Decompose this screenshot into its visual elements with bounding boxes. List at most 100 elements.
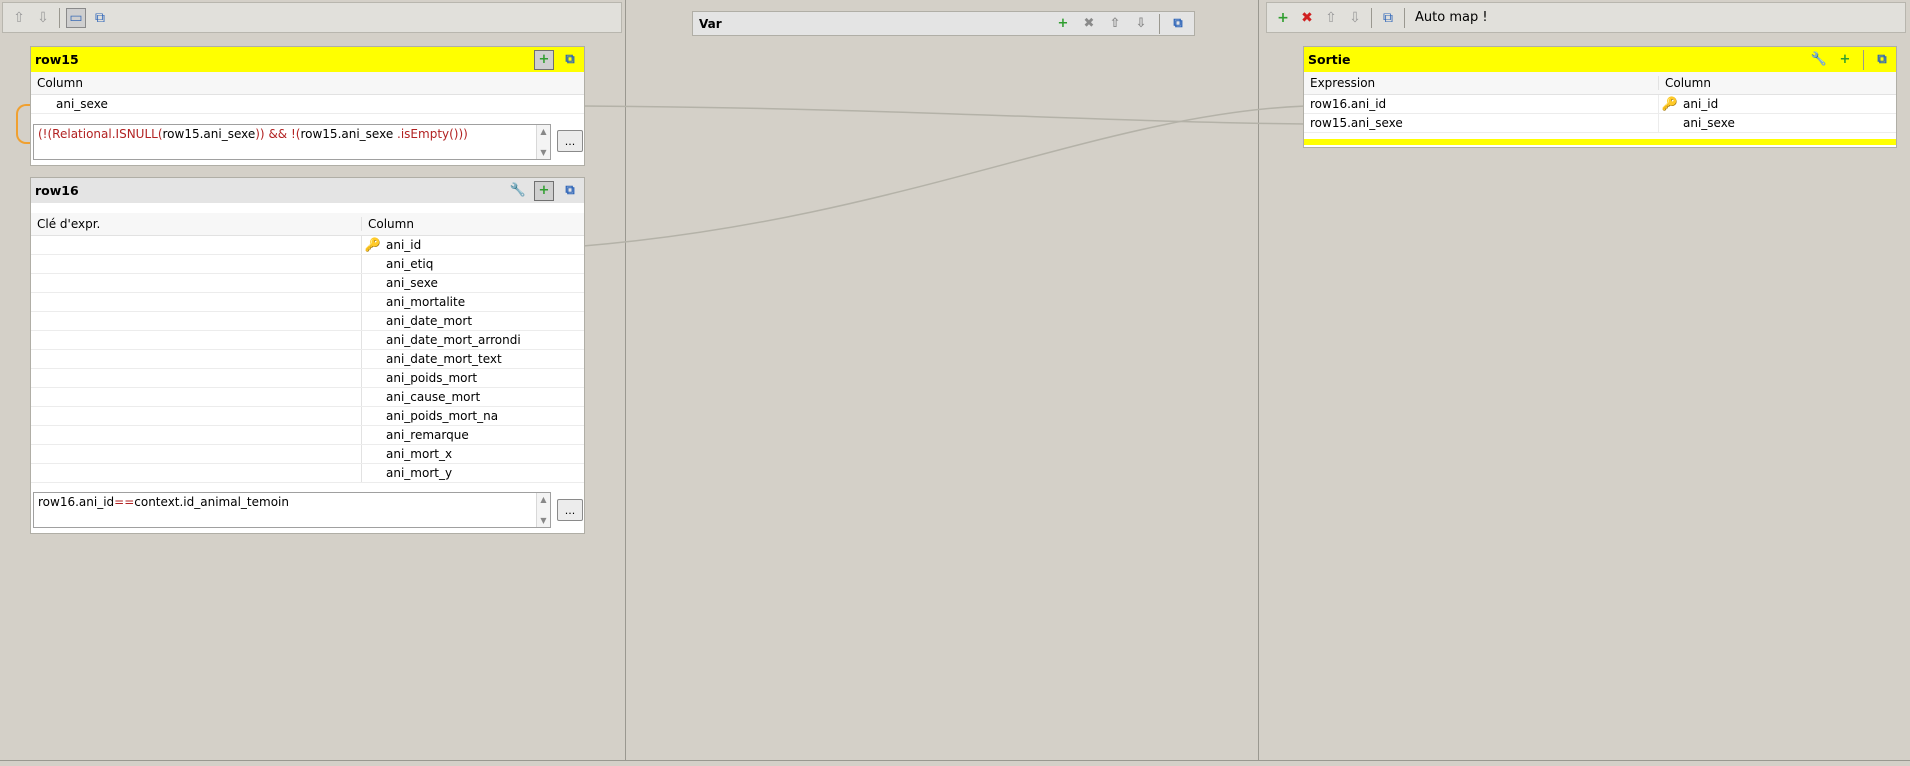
table-row[interactable]: ani_poids_mort_na [31, 407, 584, 426]
expr-key-cell[interactable] [31, 236, 362, 254]
move-down-icon[interactable]: ⇩ [1345, 8, 1365, 28]
expr-key-cell[interactable] [31, 426, 362, 444]
sortie-title: Sortie [1308, 52, 1351, 67]
column-name: ani_id [1683, 97, 1719, 111]
expression-cell[interactable]: row16.ani_id [1304, 95, 1659, 113]
minimize-icon[interactable]: ⧉ [1168, 14, 1188, 34]
column-name: ani_cause_mort [386, 390, 481, 404]
filter-toggle-icon[interactable]: + [1835, 50, 1855, 70]
column-cell: ani_mort_x [362, 445, 452, 463]
column-cell: ani_poids_mort_na [362, 407, 498, 425]
table-row[interactable]: ani_sexe [31, 274, 584, 293]
expression-editor-button[interactable]: ... [557, 499, 583, 521]
column-cell: 🔑 ani_id [1659, 95, 1718, 113]
column-name: ani_poids_mort [386, 371, 478, 385]
column-cell: ani_cause_mort [362, 388, 480, 406]
expr-key-cell[interactable] [31, 369, 362, 387]
expr-key-cell[interactable] [31, 388, 362, 406]
toolbar-separator [1404, 7, 1405, 28]
move-down-icon[interactable]: ⇩ [1131, 14, 1151, 34]
column-cell: ani_date_mort [362, 312, 472, 330]
toolbar-separator [1371, 7, 1372, 28]
add-icon[interactable]: + [1053, 14, 1073, 34]
column-name: ani_mort_y [386, 466, 453, 480]
move-up-icon[interactable]: ⇧ [1105, 14, 1125, 34]
bottom-splitter[interactable] [0, 760, 1910, 766]
move-down-icon[interactable]: ⇩ [33, 8, 53, 28]
move-up-icon[interactable]: ⇧ [9, 8, 29, 28]
table-row[interactable]: ani_mort_x [31, 445, 584, 464]
column-header-label: Column [1665, 76, 1711, 90]
column-name: ani_sexe [56, 97, 108, 111]
expr-key-cell[interactable] [31, 350, 362, 368]
expr-key-cell[interactable] [31, 293, 362, 311]
expression-scrollbar[interactable]: ▲ ▼ [536, 125, 550, 159]
table-row[interactable]: ani_etiq [31, 255, 584, 274]
remove-icon[interactable]: ✖ [1079, 14, 1099, 34]
expr-key-cell[interactable] [31, 407, 362, 425]
key-icon: 🔑 [364, 237, 382, 253]
row15-filter-expression[interactable]: (!(Relational.ISNULL(row15.ani_sexe)) &&… [33, 124, 551, 160]
row16-title: row16 [35, 183, 79, 198]
table-row[interactable]: ani_date_mort_text [31, 350, 584, 369]
table-row[interactable]: 🔑 ani_id [31, 236, 584, 255]
expr-key-header: Clé d'expr. [31, 217, 362, 231]
expr-token: row16.ani_id [38, 495, 115, 509]
settings-wrench-icon[interactable]: 🔧 [1809, 50, 1829, 70]
table-row[interactable]: row16.ani_id 🔑 ani_id [1304, 95, 1896, 114]
output-toolbar: + ✖ ⇧ ⇩ ⧉ Auto map ! [1266, 2, 1906, 33]
column-cell: ani_mort_y [362, 464, 452, 482]
minimize-all-icon[interactable]: ⧉ [1378, 8, 1398, 28]
expr-key-cell[interactable] [31, 445, 362, 463]
expr-key-cell[interactable] [31, 464, 362, 482]
move-up-icon[interactable]: ⇧ [1321, 8, 1341, 28]
expression-editor-button[interactable]: ... [557, 130, 583, 152]
column-cell: 🔑 ani_id [362, 236, 421, 254]
table-row[interactable]: ani_date_mort_arrondi [31, 331, 584, 350]
filter-toggle-icon[interactable]: + [534, 180, 554, 201]
remove-icon[interactable]: ✖ [1297, 8, 1317, 28]
table-row[interactable]: row15.ani_sexe ani_sexe [1304, 114, 1896, 133]
table-row[interactable]: ani_mort_y [31, 464, 584, 483]
table-view-icon[interactable]: ▭ [66, 7, 86, 28]
row16-column-header: Clé d'expr. Column [31, 213, 584, 236]
minimize-icon[interactable]: ⧉ [1872, 50, 1892, 70]
row16-filter-expression[interactable]: row16.ani_id==context.id_animal_temoin ▲… [33, 492, 551, 528]
filter-link-bracket [16, 104, 30, 144]
column-name: ani_remarque [386, 428, 469, 442]
filter-toggle-icon[interactable]: + [534, 49, 554, 70]
table-row[interactable]: ani_cause_mort [31, 388, 584, 407]
input-toolbar: ⇧ ⇩ ▭ ⧉ [2, 2, 622, 33]
column-cell: ani_etiq [362, 255, 433, 273]
expression-header: Expression [1304, 76, 1659, 90]
expr-key-cell[interactable] [31, 331, 362, 349]
expression-scrollbar[interactable]: ▲ ▼ [536, 493, 550, 527]
sortie-header: Sortie 🔧 + ⧉ [1304, 47, 1896, 72]
column-name: ani_sexe [1683, 116, 1735, 130]
expr-key-cell[interactable] [31, 274, 362, 292]
key-icon: 🔑 [1661, 96, 1679, 112]
auto-map-button[interactable]: Auto map ! [1415, 10, 1488, 25]
row15-column-header: Column [31, 72, 584, 95]
settings-wrench-icon[interactable]: 🔧 [508, 181, 528, 201]
minimize-icon[interactable]: ⧉ [560, 181, 580, 201]
minimize-all-icon[interactable]: ⧉ [90, 8, 110, 28]
table-row[interactable]: ani_sexe [31, 95, 584, 114]
add-icon[interactable]: + [1273, 8, 1293, 28]
expression-cell[interactable]: row15.ani_sexe [1304, 114, 1659, 132]
column-cell: ani_date_mort_text [362, 350, 502, 368]
row15-title: row15 [35, 52, 79, 67]
row16-table: row16 🔧 + ⧉ Clé d'expr. Column 🔑 ani_idan… [30, 177, 585, 534]
column-name: ani_mort_x [386, 447, 453, 461]
expr-key-cell[interactable] [31, 312, 362, 330]
row16-header: row16 🔧 + ⧉ [31, 178, 584, 203]
table-row[interactable]: ani_mortalite [31, 293, 584, 312]
column-cell: ani_sexe [362, 274, 438, 292]
table-row[interactable]: ani_date_mort [31, 312, 584, 331]
table-row[interactable]: ani_remarque [31, 426, 584, 445]
minimize-icon[interactable]: ⧉ [560, 50, 580, 70]
expr-key-cell[interactable] [31, 255, 362, 273]
row15-header: row15 + ⧉ [31, 47, 584, 72]
table-row[interactable]: ani_poids_mort [31, 369, 584, 388]
column-name: ani_id [386, 238, 422, 252]
